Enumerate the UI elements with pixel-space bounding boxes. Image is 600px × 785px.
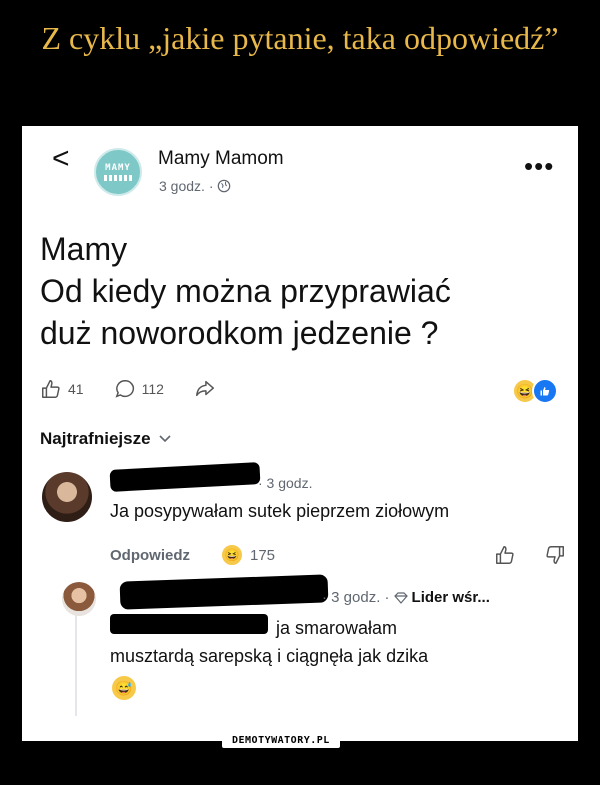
post-actions: 41 112 <box>40 378 246 400</box>
post-time: 3 godz. · <box>159 178 214 194</box>
comment-reaction-summary[interactable]: 😆 175 <box>220 543 275 567</box>
screenshot-panel: < MAMY Mamy Mamom 3 godz. · ••• Mamy Od … <box>22 126 578 741</box>
comment-bubble-icon <box>114 378 136 400</box>
comment-action-bar: Odpowiedz 😆 175 <box>110 543 566 567</box>
comment-reaction-count: 175 <box>250 546 276 564</box>
redacted-name-bar <box>119 574 329 610</box>
comment-button[interactable]: 112 <box>114 378 164 400</box>
redacted-mention-bar <box>110 614 268 634</box>
thumbs-down-icon[interactable] <box>544 544 566 566</box>
meme-title: Z cyklu „jakie pytanie, taka odpowiedź” <box>41 20 559 56</box>
thumbs-up-icon[interactable] <box>494 544 516 566</box>
avatar-text: MAMY <box>105 163 131 173</box>
reply-author-avatar[interactable] <box>62 582 96 616</box>
comment-time: · 3 godz. <box>258 475 313 491</box>
back-button[interactable]: < <box>52 144 70 174</box>
reply-badge: Lider wśr... <box>411 589 490 606</box>
like-button[interactable]: 41 <box>40 378 84 400</box>
globe-icon <box>217 179 231 193</box>
share-arrow-icon <box>194 378 216 400</box>
comment-sort-dropdown[interactable]: Najtrafniejsze <box>40 429 171 449</box>
laughing-sweat-emoji: 😅 <box>112 676 136 700</box>
sort-label: Najtrafniejsze <box>40 429 151 448</box>
share-button[interactable] <box>194 378 216 400</box>
comment-text: Ja posypywałam sutek pieprzem ziołowym <box>110 501 450 521</box>
reply-button[interactable]: Odpowiedz <box>110 547 190 564</box>
like-reaction-icon <box>532 378 558 404</box>
commenter-avatar[interactable] <box>42 472 92 522</box>
diamond-badge-icon <box>393 591 408 604</box>
redacted-name-bar <box>109 462 261 492</box>
more-options-button[interactable]: ••• <box>524 153 554 179</box>
avatar-pattern <box>104 175 132 181</box>
watermark: DEMOTYWATORY.PL <box>222 733 340 748</box>
page-avatar[interactable]: MAMY <box>94 148 142 196</box>
reply-meta: · 3 godz. · Lider wśr... <box>322 589 490 606</box>
reaction-summary[interactable]: 😆 <box>512 378 558 404</box>
like-count: 41 <box>68 381 84 397</box>
thumbs-up-icon <box>40 378 62 400</box>
haha-emoji-icon: 😆 <box>220 543 244 567</box>
reply-time: · 3 godz. · <box>322 589 390 606</box>
post-text: Mamy Od kiedy można przyprawiać duż nowo… <box>40 231 451 351</box>
post-author[interactable]: Mamy Mamom <box>158 148 284 170</box>
comment-count: 112 <box>141 381 164 397</box>
post-meta: 3 godz. · <box>159 178 231 194</box>
chevron-down-icon <box>158 435 171 443</box>
vote-buttons <box>494 544 566 566</box>
